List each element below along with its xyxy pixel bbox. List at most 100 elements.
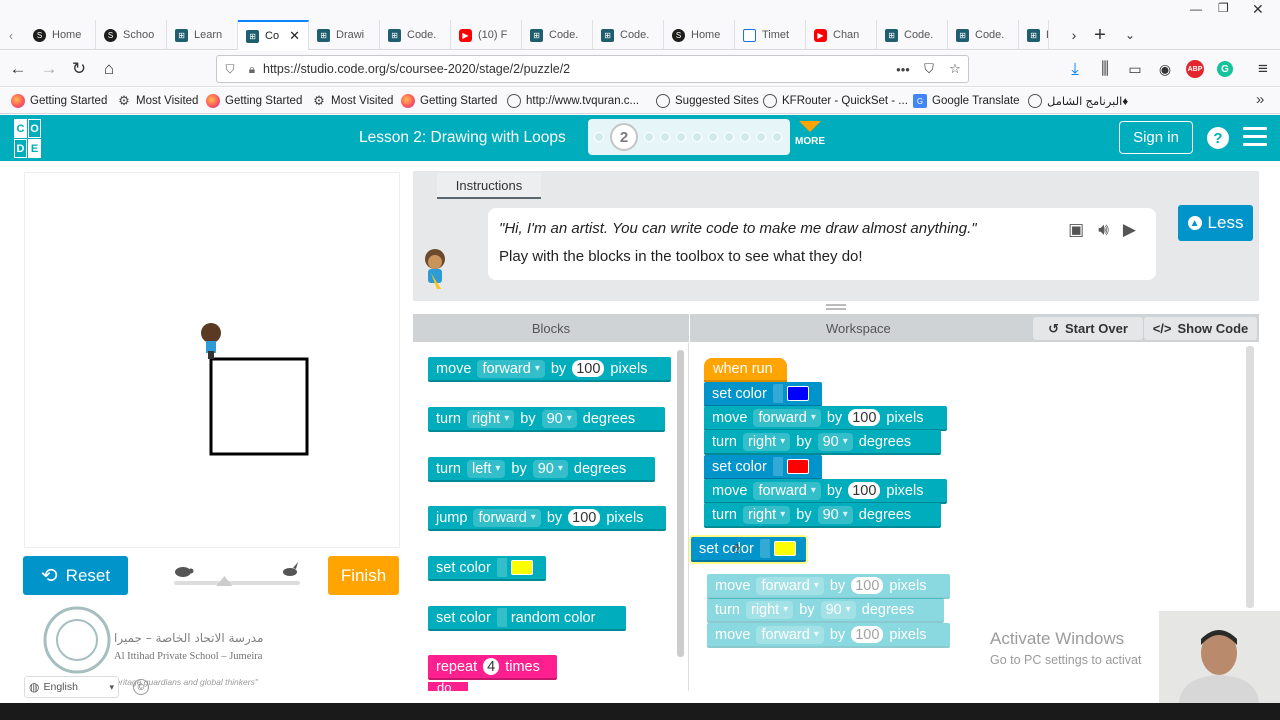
- direction-dropdown[interactable]: forward: [756, 576, 824, 595]
- bookmark-item[interactable]: Suggested Sites: [656, 92, 759, 110]
- immersive-reader-icon[interactable]: ▣: [1068, 220, 1084, 240]
- direction-dropdown[interactable]: forward: [473, 508, 541, 527]
- when-run-block[interactable]: when run: [704, 358, 787, 382]
- grammarly-icon[interactable]: G: [1212, 57, 1238, 81]
- browser-tab[interactable]: S Schoo: [96, 20, 167, 50]
- toolbox-set-random-color-block[interactable]: set color random color: [428, 606, 626, 631]
- direction-dropdown[interactable]: right: [743, 432, 791, 451]
- speed-slider[interactable]: [172, 562, 302, 592]
- bookmark-item[interactable]: Getting Started: [206, 92, 302, 110]
- lock-icon[interactable]: 🔒︎: [243, 62, 261, 77]
- number-input[interactable]: 100: [848, 409, 881, 426]
- ghost-move-block[interactable]: move forward by 100 pixels: [707, 623, 950, 648]
- browser-tab[interactable]: ⊞ Learn: [167, 20, 238, 50]
- number-input[interactable]: 100: [572, 360, 605, 377]
- browser-tab[interactable]: ⊞ Code.: [593, 20, 664, 50]
- direction-dropdown[interactable]: forward: [753, 408, 821, 427]
- progress-dot[interactable]: [772, 132, 782, 142]
- angle-dropdown[interactable]: 90: [541, 409, 577, 428]
- browser-tab[interactable]: ⊞ Drawi: [309, 20, 380, 50]
- angle-dropdown[interactable]: 90: [817, 505, 853, 524]
- browser-tab[interactable]: Timet: [735, 20, 806, 50]
- toolbox-scrollbar[interactable]: [677, 350, 684, 657]
- volume-icon[interactable]: 🔊︎: [1098, 220, 1109, 240]
- start-over-button[interactable]: ↺ Start Over: [1033, 317, 1143, 340]
- help-icon[interactable]: ?: [1207, 127, 1229, 149]
- tab-scroll-right-icon[interactable]: ›: [1060, 20, 1088, 50]
- toolbox-repeat-block[interactable]: repeat 4 times: [428, 655, 557, 680]
- number-input[interactable]: 100: [568, 509, 601, 526]
- bookmark-item[interactable]: KFRouter - QuickSet - ...: [763, 92, 908, 110]
- direction-dropdown[interactable]: right: [743, 505, 791, 524]
- browser-tab[interactable]: ⊞ Code.: [380, 20, 451, 50]
- browser-tab[interactable]: ⊞D: [1019, 20, 1049, 50]
- copyright-icon[interactable]: ©: [133, 679, 149, 695]
- reset-button[interactable]: ⟲ Reset: [23, 556, 128, 595]
- pocket-icon[interactable]: ⛉: [916, 61, 942, 77]
- bookmark-item[interactable]: Getting Started: [11, 92, 107, 110]
- more-button[interactable]: MORE: [795, 121, 825, 147]
- address-bar[interactable]: ⛉ 🔒︎ https://studio.code.org/s/coursee-2…: [216, 55, 969, 83]
- direction-dropdown[interactable]: forward: [756, 625, 824, 644]
- forward-icon[interactable]: →: [36, 57, 62, 81]
- bookmark-item[interactable]: ⚙ Most Visited: [117, 92, 198, 110]
- color-swatch[interactable]: [510, 560, 533, 575]
- page-actions-icon[interactable]: •••: [890, 62, 916, 77]
- progress-dot[interactable]: [740, 132, 750, 142]
- workspace-set-color-block[interactable]: set color: [704, 382, 822, 407]
- toolbox-turn-left-block[interactable]: turn left by 90 degrees: [428, 457, 655, 482]
- browser-tab[interactable]: ▶ (10) F: [451, 20, 522, 50]
- codeorg-logo[interactable]: C O D E: [14, 119, 54, 159]
- bookmark-item[interactable]: http://www.tvquran.c...: [507, 92, 639, 110]
- angle-dropdown[interactable]: 90: [820, 600, 856, 619]
- restore-icon[interactable]: ❐: [1218, 1, 1229, 15]
- number-input[interactable]: 4: [483, 658, 500, 675]
- workspace-turn-block[interactable]: turn right by 90 degrees: [704, 503, 941, 528]
- color-swatch[interactable]: [786, 459, 809, 474]
- home-icon[interactable]: ⌂: [96, 57, 122, 81]
- ghost-move-block[interactable]: move forward by 100 pixels: [707, 574, 950, 599]
- browser-tab[interactable]: ⊞ Code.: [948, 20, 1019, 50]
- workspace-set-color-block[interactable]: set color: [704, 455, 822, 480]
- browser-tab[interactable]: S Home: [664, 20, 735, 50]
- tab-list-chevron-icon[interactable]: ⌄: [1116, 20, 1144, 50]
- sidebar-icon[interactable]: ▭: [1122, 57, 1148, 81]
- angle-dropdown[interactable]: 90: [817, 432, 853, 451]
- bookmark-item[interactable]: G Google Translate: [913, 92, 1020, 110]
- progress-dot[interactable]: [708, 132, 718, 142]
- workspace-move-block[interactable]: move forward by 100 pixels: [704, 479, 947, 504]
- language-select[interactable]: ◍ English ▾: [24, 676, 119, 698]
- progress-dot[interactable]: [676, 132, 686, 142]
- toolbox-jump-block[interactable]: jump forward by 100 pixels: [428, 506, 666, 531]
- new-tab-icon[interactable]: +: [1086, 20, 1114, 50]
- back-icon[interactable]: ←: [5, 57, 31, 81]
- finish-button[interactable]: Finish: [328, 556, 399, 595]
- tab-instructions[interactable]: Instructions: [437, 173, 541, 199]
- direction-dropdown[interactable]: forward: [753, 481, 821, 500]
- toolbox-set-color-block[interactable]: set color: [428, 556, 546, 581]
- number-input[interactable]: 100: [851, 577, 884, 594]
- slider-track[interactable]: [174, 581, 300, 585]
- direction-dropdown[interactable]: forward: [477, 359, 545, 378]
- number-input[interactable]: 100: [848, 482, 881, 499]
- play-icon[interactable]: ▶: [1123, 220, 1136, 240]
- browser-tab[interactable]: ▶ Chan: [806, 20, 877, 50]
- shield-icon[interactable]: ⛉: [217, 62, 243, 77]
- direction-dropdown[interactable]: right: [467, 409, 515, 428]
- browser-menu-icon[interactable]: ≡: [1250, 57, 1276, 81]
- reload-icon[interactable]: ↻: [66, 57, 92, 81]
- less-button[interactable]: ▲ Less: [1178, 205, 1253, 241]
- progress-dot[interactable]: [644, 132, 654, 142]
- bookmarks-overflow-icon[interactable]: »: [1256, 91, 1264, 108]
- toolbox-move-block[interactable]: move forward by 100 pixels: [428, 357, 671, 382]
- tab-scroll-left-icon[interactable]: ‹: [0, 20, 22, 50]
- workspace-move-block[interactable]: move forward by 100 pixels: [704, 406, 947, 431]
- color-swatch[interactable]: [773, 541, 796, 556]
- progress-dot[interactable]: [756, 132, 766, 142]
- current-puzzle-indicator[interactable]: 2: [610, 123, 638, 151]
- browser-tab[interactable]: ⊞ Code.: [877, 20, 948, 50]
- minimize-icon[interactable]: —: [1190, 2, 1202, 16]
- direction-dropdown[interactable]: left: [467, 459, 506, 478]
- progress-dot[interactable]: [724, 132, 734, 142]
- bookmark-item[interactable]: البرنامج الشامل♦: [1028, 92, 1128, 110]
